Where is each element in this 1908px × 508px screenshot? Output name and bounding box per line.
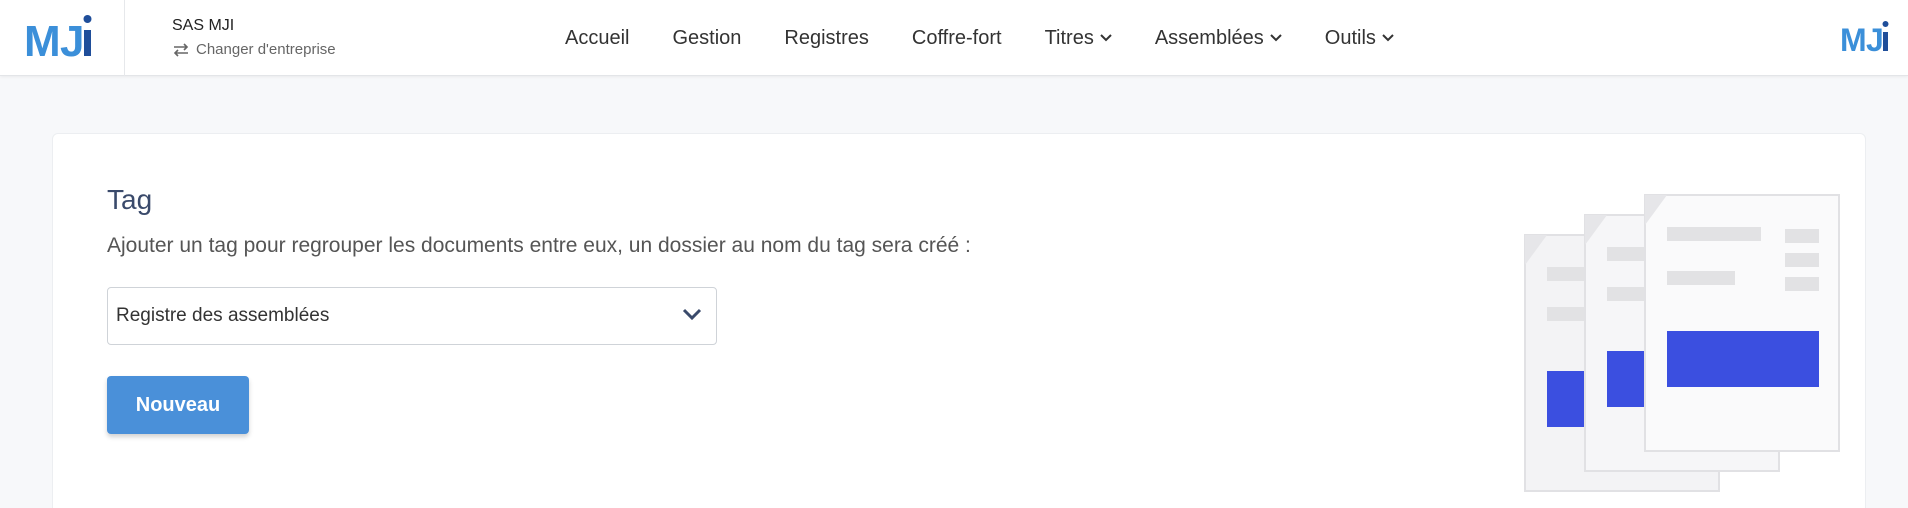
nav-accueil[interactable]: Accueil — [565, 27, 629, 50]
new-tag-button[interactable]: Nouveau — [107, 376, 249, 434]
tag-select[interactable]: Registre des assemblées — [107, 287, 717, 345]
nav-outils[interactable]: Outils — [1325, 27, 1394, 50]
change-company-link[interactable]: Changer d'entreprise — [172, 40, 336, 60]
tag-description: Ajouter un tag pour regrouper les docume… — [107, 234, 971, 257]
company-name: SAS MJI — [172, 17, 235, 34]
nav-accueil-label: Accueil — [565, 26, 630, 49]
chevron-down-icon — [682, 308, 702, 321]
tag-title: Tag — [107, 184, 153, 215]
nav-coffre-fort-label: Coffre-fort — [911, 26, 1002, 49]
main-nav: Accueil Gestion Registres Coffre-fort Ti… — [565, 0, 1437, 76]
nav-registres[interactable]: Registres — [784, 27, 868, 50]
svg-text:J: J — [1866, 22, 1884, 56]
nav-outils-label: Outils — [1324, 26, 1376, 49]
nav-assemblees-label: Assemblées — [1154, 26, 1264, 49]
svg-text:M: M — [1840, 22, 1867, 56]
company-block: SAS MJI Changer d'entreprise — [172, 16, 336, 60]
nav-registres-label: Registres — [784, 26, 869, 49]
nav-coffre-fort[interactable]: Coffre-fort — [912, 27, 1002, 50]
chevron-down-icon — [1382, 34, 1394, 42]
tag-select-value: Registre des assemblées — [116, 305, 330, 326]
documents-illustration — [1524, 194, 1840, 492]
chevron-down-icon — [1270, 34, 1282, 42]
mji-logo-right[interactable]: M J — [1840, 20, 1892, 56]
nav-assemblees[interactable]: Assemblées — [1155, 27, 1282, 50]
top-header: M J SAS MJI Changer d'entreprise Accueil… — [0, 0, 1908, 76]
nav-titres-label: Titres — [1044, 26, 1094, 49]
tag-card: Tag Ajouter un tag pour regrouper les do… — [52, 133, 1866, 508]
svg-text:M: M — [24, 17, 61, 62]
header-divider — [124, 0, 125, 76]
svg-text:J: J — [60, 17, 84, 62]
nav-titres[interactable]: Titres — [1045, 27, 1112, 50]
nav-gestion-label: Gestion — [672, 26, 742, 49]
mji-logo-left[interactable]: M J — [24, 14, 98, 62]
illustration-doc-front — [1644, 194, 1840, 452]
change-company-label: Changer d'entreprise — [196, 41, 336, 58]
chevron-down-icon — [1100, 34, 1112, 42]
switch-arrows-icon — [173, 43, 189, 57]
nav-gestion[interactable]: Gestion — [672, 27, 741, 50]
